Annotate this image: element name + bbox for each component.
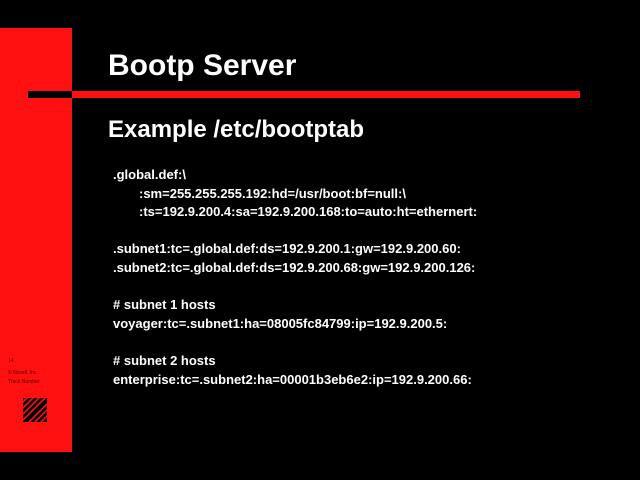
code-comment: # subnet 1 hosts — [113, 297, 216, 313]
code-comment: # subnet 2 hosts — [113, 352, 216, 368]
novell-logo-icon — [23, 398, 47, 422]
code-line: .subnet1:tc=.global.def:ds=192.9.200.1:g… — [113, 241, 461, 257]
slide-title: Bootp Server — [108, 49, 297, 82]
slide-subtitle: Example /etc/bootptab — [108, 116, 365, 143]
bootptab-code-block: .global.def:\ :sm=255.255.255.192:hd=/us… — [113, 166, 477, 389]
code-line: voyager:tc=.subnet1:ha=08005fc84799:ip=1… — [113, 315, 448, 331]
title-rule — [72, 91, 580, 98]
code-line: enterprise:tc=.subnet2:ha=00001b3eb6e2:i… — [113, 371, 472, 387]
page-number: 14 — [8, 358, 14, 364]
code-line: :ts=192.9.200.4:sa=192.9.200.168:to=auto… — [139, 204, 478, 220]
track-number-text: Track Number — [8, 379, 40, 385]
code-line: .global.def:\ — [113, 167, 186, 182]
title-rule-dark-segment — [28, 91, 72, 98]
copyright-text: © Novell, Inc. — [8, 370, 38, 376]
code-line: .subnet2:tc=.global.def:ds=192.9.200.68:… — [113, 259, 476, 275]
code-line: :sm=255.255.255.192:hd=/usr/boot:bf=null… — [139, 185, 406, 201]
